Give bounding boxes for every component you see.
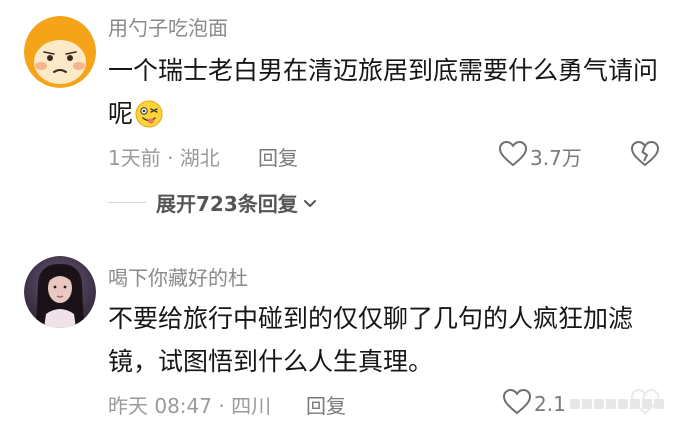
comment-time-location: 1天前 · 湖北 bbox=[108, 146, 220, 170]
broken-heart-icon bbox=[630, 140, 660, 172]
watermark-overlay bbox=[570, 388, 690, 420]
reply-button[interactable]: 回复 bbox=[306, 390, 346, 419]
dislike-button[interactable] bbox=[630, 140, 660, 172]
user-avatar[interactable] bbox=[24, 16, 96, 88]
watermark-block bbox=[642, 399, 652, 409]
expand-divider bbox=[108, 202, 146, 203]
orange-crying-face-avatar-icon bbox=[24, 16, 96, 88]
heart-icon bbox=[498, 140, 528, 172]
comment-text-body: 一个瑞士老白男在清迈旅居到底需要什么勇气请问呢 bbox=[108, 56, 659, 128]
comments-page: 用勺子吃泡面 一个瑞士老白男在清迈旅居到底需要什么勇气请问呢 1天前 · 湖北 … bbox=[0, 0, 690, 423]
watermark-block bbox=[630, 399, 640, 409]
like-button[interactable]: 3.7万 bbox=[498, 140, 582, 172]
like-button[interactable]: 2.1 bbox=[502, 388, 566, 420]
like-count: 2.1 bbox=[534, 392, 566, 416]
expand-replies-button[interactable]: 展开723条回复 bbox=[108, 188, 318, 217]
comment-username[interactable]: 用勺子吃泡面 bbox=[108, 12, 228, 41]
comment-username[interactable]: 喝下你藏好的杜 bbox=[108, 262, 248, 291]
watermark-block bbox=[570, 399, 580, 409]
watermark-block bbox=[594, 399, 604, 409]
chevron-down-icon bbox=[302, 195, 318, 211]
watermark-block bbox=[654, 399, 664, 409]
woman-portrait-avatar-icon bbox=[24, 256, 96, 328]
watermark-block bbox=[606, 399, 616, 409]
comment-time-location: 昨天 08:47 · 四川 bbox=[108, 394, 272, 418]
reply-button[interactable]: 回复 bbox=[258, 142, 298, 171]
user-avatar[interactable] bbox=[24, 256, 96, 328]
watermark-block bbox=[618, 399, 628, 409]
comment-text: 一个瑞士老白男在清迈旅居到底需要什么勇气请问呢 bbox=[108, 49, 668, 141]
heart-icon bbox=[502, 388, 532, 420]
silly-face-emoji-icon bbox=[135, 98, 163, 141]
like-count: 3.7万 bbox=[530, 145, 582, 170]
comment-text: 不要给旅行中碰到的仅仅聊了几句的人疯狂加滤镜，试图悟到什么人生真理。 bbox=[108, 304, 634, 376]
watermark-block bbox=[582, 399, 592, 409]
expand-replies-label: 展开723条回复 bbox=[156, 192, 298, 216]
